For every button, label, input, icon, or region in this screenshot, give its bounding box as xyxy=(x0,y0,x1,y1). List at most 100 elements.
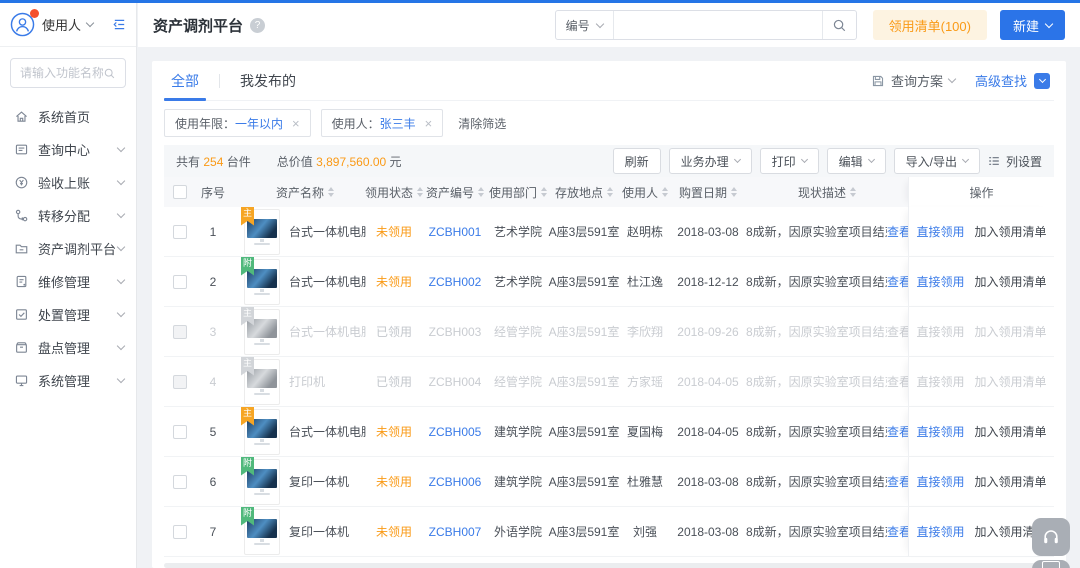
search-category-select[interactable]: 编号 xyxy=(556,11,614,39)
sort-icon[interactable] xyxy=(328,187,334,197)
column-header-user[interactable]: 使用人 xyxy=(620,177,670,207)
remove-filter-icon[interactable]: × xyxy=(292,117,300,130)
asset-code-link[interactable]: ZCBH004 xyxy=(429,375,482,389)
sidebar-item-inventory[interactable]: 盘点管理 xyxy=(0,331,136,364)
asset-code-link[interactable]: ZCBH003 xyxy=(429,325,482,339)
header-search-input[interactable] xyxy=(614,11,822,39)
view-link[interactable]: 查看 xyxy=(887,373,908,390)
direct-claim-link[interactable]: 直接领用 xyxy=(916,273,964,290)
view-link[interactable]: 查看 xyxy=(887,223,908,240)
column-header-name[interactable]: 资产名称 xyxy=(230,177,366,207)
view-link[interactable]: 查看 xyxy=(887,423,908,440)
sort-icon[interactable] xyxy=(478,187,484,197)
clear-filters-button[interactable]: 清除筛选 xyxy=(458,115,506,132)
asset-thumbnail[interactable]: 主 xyxy=(244,359,280,405)
remove-filter-icon[interactable]: × xyxy=(425,117,433,130)
feedback-button[interactable] xyxy=(1032,560,1070,568)
row-checkbox[interactable] xyxy=(173,475,187,489)
add-to-claim-list-link[interactable]: 加入领用清单 xyxy=(975,373,1047,390)
column-header-desc[interactable]: 现状描述 xyxy=(746,177,908,207)
add-to-claim-list-link[interactable]: 加入领用清单 xyxy=(975,323,1047,340)
current-user-label[interactable]: 使用人 xyxy=(42,15,81,34)
sidebar-item-transfer[interactable]: 转移分配 xyxy=(0,199,136,232)
add-to-claim-list-link[interactable]: 加入领用清单 xyxy=(975,423,1047,440)
sort-icon[interactable] xyxy=(607,187,613,197)
support-button[interactable] xyxy=(1032,518,1070,556)
storage-location: A座3层591室 xyxy=(548,507,620,556)
row-checkbox[interactable] xyxy=(173,225,187,239)
row-checkbox[interactable] xyxy=(173,325,187,339)
toolbar-button-1[interactable]: 业务办理 xyxy=(669,148,752,174)
search-icon xyxy=(832,18,847,33)
row-checkbox[interactable] xyxy=(173,525,187,539)
toolbar-button-3[interactable]: 编辑 xyxy=(827,148,886,174)
sidebar-search[interactable] xyxy=(10,58,126,88)
sort-icon[interactable] xyxy=(541,187,547,197)
sidebar-item-system[interactable]: 系统管理 xyxy=(0,364,136,397)
storage-location: A座3层591室 xyxy=(548,357,620,406)
asset-thumbnail[interactable]: 主 xyxy=(244,409,280,455)
column-header-loc[interactable]: 存放地点 xyxy=(548,177,620,207)
direct-claim-link[interactable]: 直接领用 xyxy=(916,523,964,540)
view-link[interactable]: 查看 xyxy=(887,523,908,540)
row-index: 4 xyxy=(196,357,230,406)
new-button[interactable]: 新建 xyxy=(1000,10,1065,40)
sidebar-item-asset-platform[interactable]: 资产调剂平台 xyxy=(0,232,136,265)
sidebar-item-acceptance[interactable]: 验收上账 xyxy=(0,166,136,199)
tab-1[interactable]: 我发布的 xyxy=(237,61,299,100)
sort-icon[interactable] xyxy=(731,187,737,197)
toolbar-button-4[interactable]: 导入/导出 xyxy=(894,148,980,174)
asset-code-link[interactable]: ZCBH002 xyxy=(429,275,482,289)
sidebar-item-home[interactable]: 系统首页 xyxy=(0,100,136,133)
direct-claim-link[interactable]: 直接领用 xyxy=(916,423,964,440)
asset-thumbnail[interactable]: 主 xyxy=(244,309,280,355)
view-link[interactable]: 查看 xyxy=(887,273,908,290)
claim-list-button[interactable]: 领用清单(100) xyxy=(873,10,987,40)
direct-claim-link[interactable]: 直接领用 xyxy=(916,473,964,490)
help-icon[interactable]: ? xyxy=(250,18,265,33)
add-to-claim-list-link[interactable]: 加入领用清单 xyxy=(975,223,1047,240)
sidebar-item-query-center[interactable]: 查询中心 xyxy=(0,133,136,166)
direct-claim-link[interactable]: 直接领用 xyxy=(916,373,964,390)
column-settings-button[interactable]: 列设置 xyxy=(987,153,1042,170)
direct-claim-link[interactable]: 直接领用 xyxy=(916,223,964,240)
sidebar-collapse-button[interactable] xyxy=(112,17,127,32)
asset-code-link[interactable]: ZCBH007 xyxy=(429,525,482,539)
asset-thumbnail[interactable]: 附 xyxy=(244,509,280,555)
asset-thumbnail[interactable]: 附 xyxy=(244,259,280,305)
asset-thumbnail[interactable]: 主 xyxy=(244,209,280,255)
horizontal-scrollbar[interactable] xyxy=(164,563,1054,568)
direct-claim-link[interactable]: 直接领用 xyxy=(916,323,964,340)
query-plan-button[interactable]: 查询方案 xyxy=(871,71,955,90)
sidebar-search-input[interactable] xyxy=(20,66,103,80)
asset-code-link[interactable]: ZCBH005 xyxy=(429,425,482,439)
column-header-date[interactable]: 购置日期 xyxy=(670,177,746,207)
search-button[interactable] xyxy=(822,11,856,39)
row-index: 6 xyxy=(196,457,230,506)
transfer-icon xyxy=(13,208,29,224)
avatar[interactable] xyxy=(10,12,35,37)
filter-chip-value: 一年以内 xyxy=(235,115,283,132)
row-checkbox[interactable] xyxy=(173,425,187,439)
column-header-code[interactable]: 资产编号 xyxy=(422,177,488,207)
column-header-status[interactable]: 领用状态 xyxy=(366,177,422,207)
sort-icon[interactable] xyxy=(662,187,668,197)
toolbar-button-0[interactable]: 刷新 xyxy=(613,148,661,174)
add-to-claim-list-link[interactable]: 加入领用清单 xyxy=(975,273,1047,290)
row-checkbox[interactable] xyxy=(173,275,187,289)
sidebar-item-disposal[interactable]: 处置管理 xyxy=(0,298,136,331)
view-link[interactable]: 查看 xyxy=(887,473,908,490)
tab-0[interactable]: 全部 xyxy=(168,61,202,100)
view-link[interactable]: 查看 xyxy=(887,323,908,340)
asset-code-link[interactable]: ZCBH001 xyxy=(429,225,482,239)
toolbar-button-2[interactable]: 打印 xyxy=(760,148,819,174)
sidebar-item-repair[interactable]: 维修管理 xyxy=(0,265,136,298)
asset-code-link[interactable]: ZCBH006 xyxy=(429,475,482,489)
column-header-dept[interactable]: 使用部门 xyxy=(488,177,548,207)
advanced-search-button[interactable]: 高级查找 xyxy=(975,71,1050,90)
asset-thumbnail[interactable]: 附 xyxy=(244,459,280,505)
row-checkbox[interactable] xyxy=(173,375,187,389)
add-to-claim-list-link[interactable]: 加入领用清单 xyxy=(975,473,1047,490)
sort-icon[interactable] xyxy=(850,187,856,197)
select-all-checkbox[interactable] xyxy=(173,185,187,199)
